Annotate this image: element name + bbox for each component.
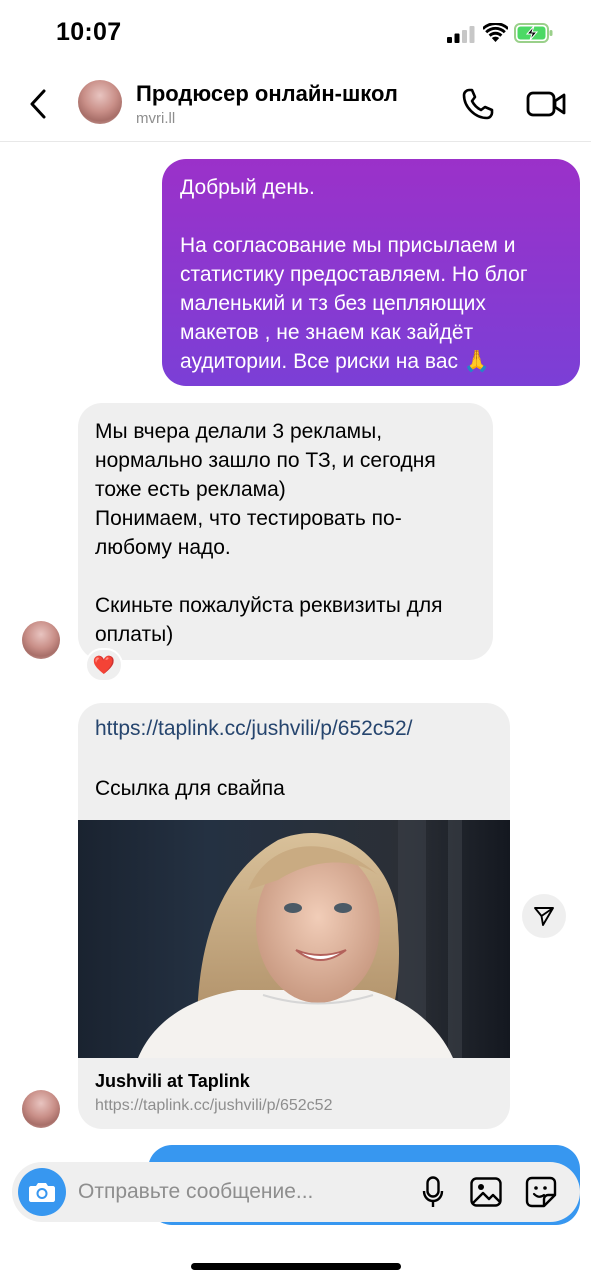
message-text: Понимаем, что тестировать по-любому надо… [95,507,402,559]
share-button[interactable] [522,894,566,938]
portrait-photo [78,820,510,1058]
link-preview-image[interactable] [78,820,510,1058]
camera-icon [29,1183,55,1202]
incoming-message[interactable]: Мы вчера делали 3 рекламы, нормально заш… [78,403,493,660]
chevron-left-icon [30,89,46,119]
chat-header: Продюсер онлайн-школ mvri.ll [0,66,591,142]
link-preview-title: Jushvili at Taplink [95,1071,250,1091]
message-text: Скиньте пожалуйста реквизиты для оплаты) [95,594,443,646]
battery-charging-icon [514,23,553,43]
paper-plane-icon [534,907,554,926]
link-preview-url: https://taplink.cc/jushvili/p/652c52 [95,1097,333,1114]
heart-icon: ❤️ [92,654,116,675]
image-icon[interactable] [470,1177,502,1207]
sticker-icon[interactable] [525,1176,557,1208]
message-input[interactable] [78,1176,398,1208]
video-camera-icon[interactable] [526,88,566,120]
link-message[interactable]: https://taplink.cc/jushvili/p/652c52/ Сс… [78,703,510,1129]
chat-username[interactable]: mvri.ll [136,110,175,127]
cellular-signal-icon [447,26,475,43]
camera-button[interactable] [18,1168,66,1216]
back-button[interactable] [22,84,54,124]
status-time: 10:07 [56,18,122,46]
message-text: Добрый день. [180,176,315,199]
avatar[interactable] [78,80,122,124]
message-text: Ссылка для свайпа [95,777,285,800]
status-bar: 10:07 [0,0,591,66]
wifi-icon [483,23,508,42]
message-text: Мы вчера делали 3 рекламы, нормально заш… [95,420,436,501]
sender-avatar[interactable] [22,621,60,659]
message-composer [12,1162,580,1222]
chat-title[interactable]: Продюсер онлайн-школ [136,81,398,107]
heart-reaction[interactable]: ❤️ [85,648,123,682]
message-text: На согласование мы присылаем и статистик… [180,234,528,373]
message-link[interactable]: https://taplink.cc/jushvili/p/652c52/ [95,717,413,741]
home-indicator[interactable] [191,1263,401,1270]
phone-icon[interactable] [460,86,496,122]
outgoing-message[interactable]: Добрый день. На согласование мы присылае… [162,159,580,386]
sender-avatar[interactable] [22,1090,60,1128]
microphone-icon[interactable] [422,1176,444,1208]
